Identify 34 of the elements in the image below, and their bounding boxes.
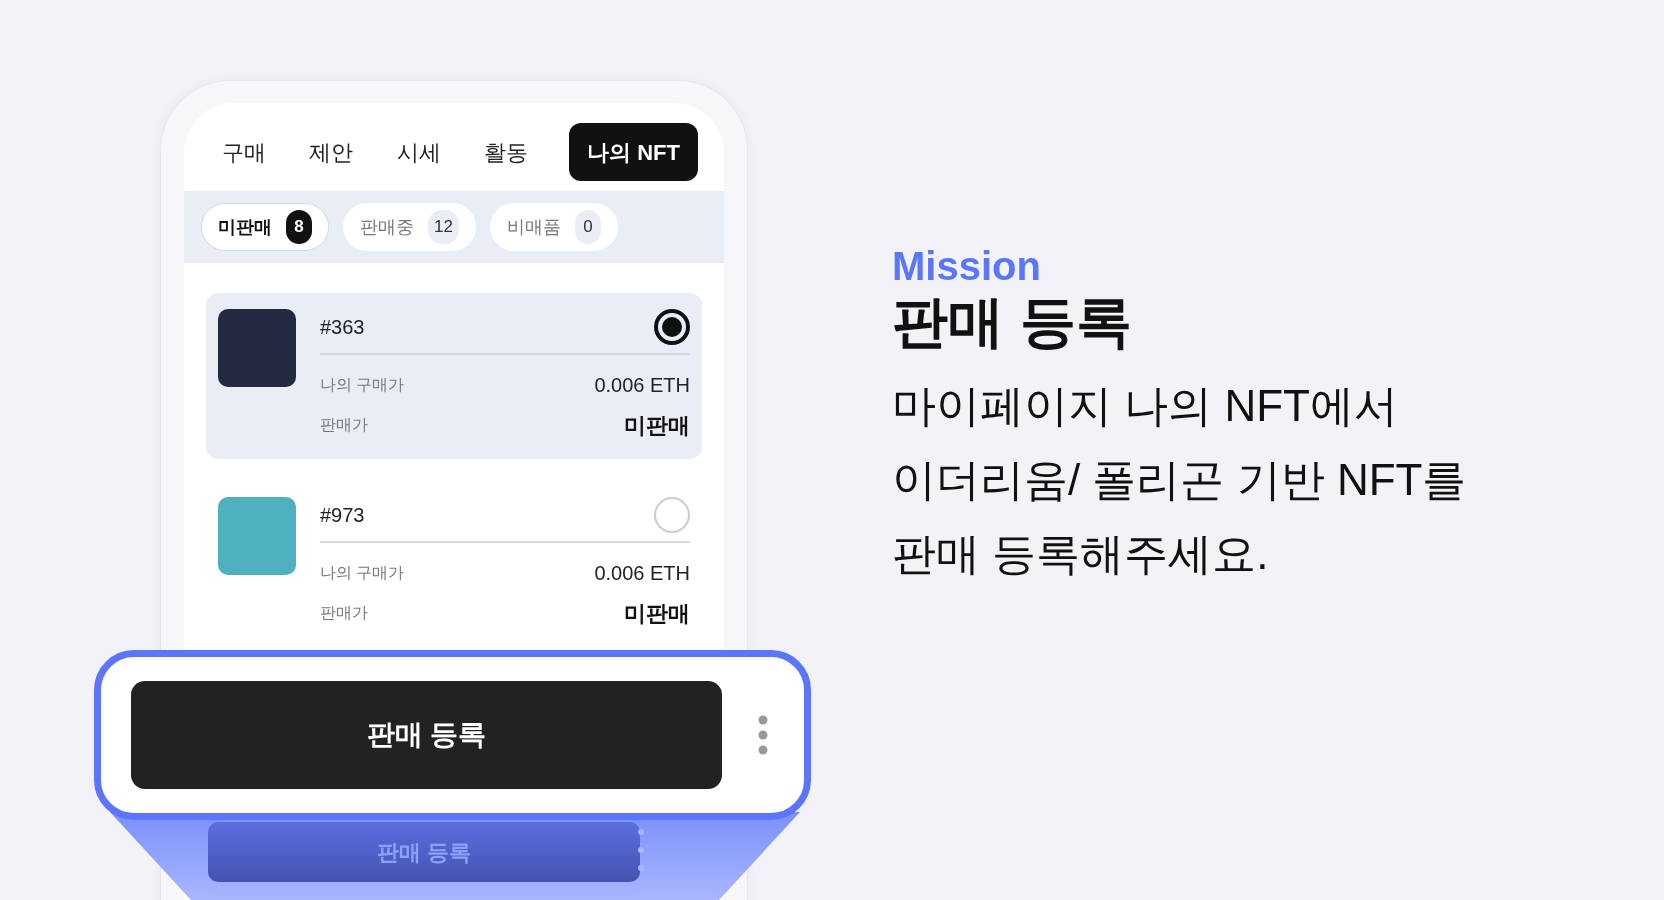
mission-text: 판매 등록해주세요.	[892, 528, 1270, 581]
price-value: 미판매	[624, 599, 690, 628]
radio-button[interactable]	[654, 309, 690, 345]
nft-id: #363	[320, 315, 365, 340]
filter-chip[interactable]: 판매중 12	[343, 203, 476, 251]
tab[interactable]: 시세	[394, 123, 443, 181]
price-value: 0.006 ETH	[594, 373, 690, 398]
tab[interactable]: 제안	[307, 123, 356, 181]
filter-label: 미판매	[218, 215, 272, 239]
count-badge: 0	[574, 210, 601, 244]
price-label: 판매가	[320, 603, 368, 623]
selected-nft-card[interactable]: #363 나의 구매가 0.006 ETH 판매가 미판매	[206, 293, 702, 459]
nft-id: #973	[320, 503, 365, 528]
register-sale-button[interactable]: 판매 등록	[131, 681, 722, 789]
more-icon[interactable]	[637, 828, 645, 872]
mission-tag: Mission	[892, 244, 1467, 288]
count-badge: 8	[286, 210, 312, 244]
mission-text: 마이페이지 나의 NFT에서	[892, 380, 1399, 433]
filter-label: 판매중	[360, 215, 414, 239]
filter-chip[interactable]: 비매품 0	[489, 203, 618, 251]
price-label: 나의 구매가	[320, 563, 405, 583]
mission-text: 이더리움/ 폴리곤 기반 NFT를	[892, 454, 1467, 507]
tab[interactable]: 구매	[220, 123, 268, 181]
price-label: 판매가	[320, 415, 368, 435]
tab[interactable]: 나의 NFT	[569, 123, 698, 181]
more-icon[interactable]	[758, 715, 768, 755]
mission-title: 판매 등록	[892, 289, 1133, 355]
count-badge: 12	[428, 210, 459, 244]
price-value: 미판매	[624, 411, 690, 440]
tab[interactable]: 활동	[481, 123, 530, 181]
filter-label: 비매품	[506, 215, 561, 239]
price-label: 나의 구매가	[320, 375, 405, 395]
filter-chip[interactable]: 미판매 8	[201, 203, 329, 251]
price-value: 0.006 ETH	[594, 561, 690, 586]
